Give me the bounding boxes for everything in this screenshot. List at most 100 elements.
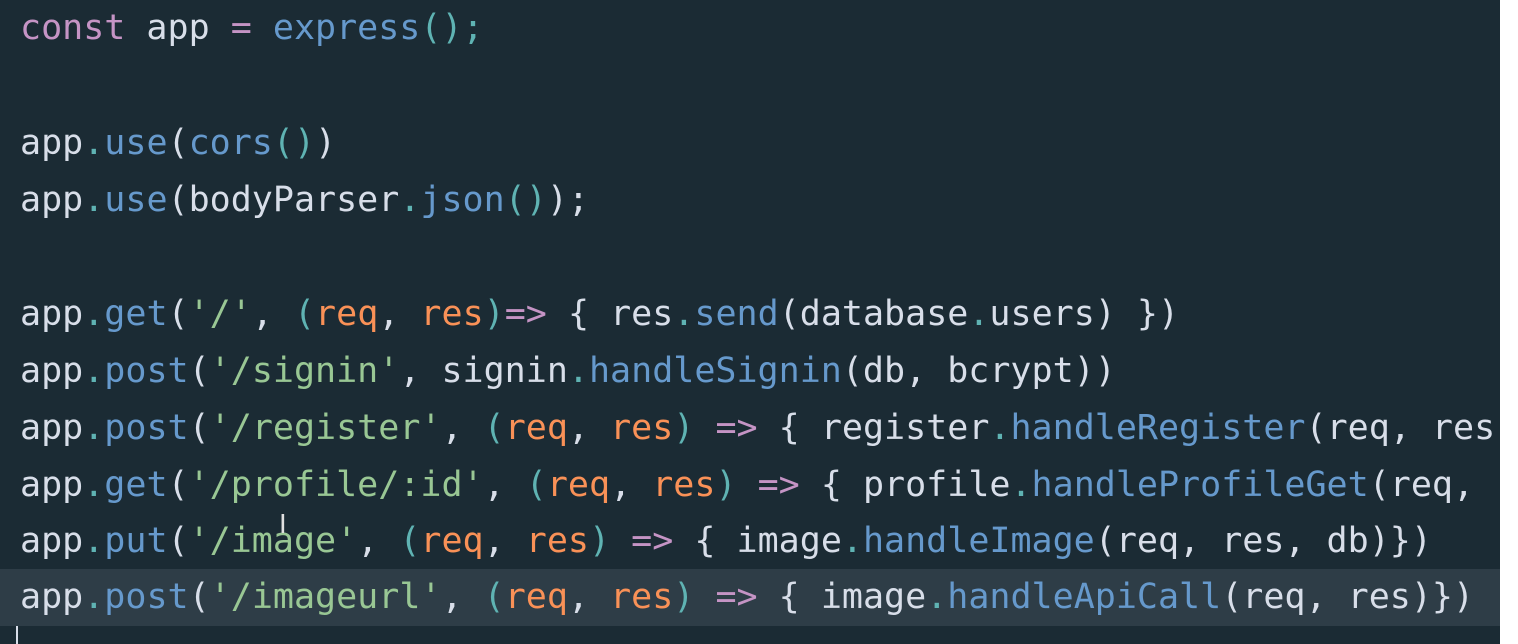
code-token: ) [715, 465, 737, 505]
code-token: { profile [799, 465, 1011, 505]
code-token: send [694, 294, 779, 334]
code-token: '/imageurl' [209, 577, 442, 617]
code-line[interactable] [0, 229, 1500, 286]
code-token: . [567, 351, 589, 391]
code-token: handleApiCall [947, 577, 1222, 617]
code-token: ( [525, 465, 547, 505]
code-token: handleImage [862, 521, 1095, 561]
code-token: app [20, 123, 84, 163]
code-token: , [567, 577, 611, 617]
code-token: req [420, 521, 484, 561]
code-token: res [610, 408, 674, 448]
code-token: app [20, 577, 84, 617]
code-token: handleRegister [1010, 408, 1306, 448]
code-token: res [610, 577, 674, 617]
code-token: (bodyParser [167, 180, 400, 220]
code-token: , [357, 521, 400, 561]
code-token: => [504, 294, 547, 334]
code-token: ( [188, 408, 210, 448]
scrollbar[interactable] [1500, 0, 1518, 644]
code-token: , [483, 521, 526, 561]
code-token: json [420, 180, 505, 220]
code-token: app [20, 351, 84, 391]
text-cursor-icon: I [279, 510, 287, 540]
code-token: . [83, 408, 105, 448]
code-token: post [104, 408, 189, 448]
code-token: , signin [399, 351, 568, 391]
code-line[interactable]: app.post('/register', (req, res) => { re… [0, 400, 1500, 457]
code-token: ( [167, 123, 189, 163]
code-line[interactable]: app.post('/signin', signin.handleSignin(… [0, 343, 1500, 400]
code-token: . [968, 294, 990, 334]
code-token: use [104, 180, 168, 220]
code-token: ( [167, 465, 189, 505]
code-line[interactable]: app.post('/imageurl', (req, res) => { im… [0, 569, 1500, 626]
code-token: ( [167, 294, 189, 334]
code-token: . [83, 294, 105, 334]
code-token: ( [483, 577, 505, 617]
code-line[interactable]: app.get('/', (req, res)=> { res.send(dat… [0, 286, 1500, 343]
code-token: handleProfileGet [1031, 465, 1369, 505]
code-token: app [20, 180, 84, 220]
code-token: ) [315, 123, 337, 163]
code-token: post [104, 351, 189, 391]
code-token: . [83, 351, 105, 391]
code-token: . [926, 577, 948, 617]
code-token: ) [673, 577, 695, 617]
code-token: ) [673, 408, 695, 448]
code-token: (db, bcrypt)) [841, 351, 1116, 391]
text-caret [16, 626, 18, 644]
code-token: () [272, 123, 316, 163]
code-token: get [104, 465, 168, 505]
code-token: { res [546, 294, 674, 334]
code-token: (); [420, 8, 484, 48]
code-token: . [399, 180, 421, 220]
code-token: . [83, 465, 105, 505]
code-editor[interactable]: const app = express(); app.use(cors()) app… [0, 0, 1518, 644]
code-token: '/profile/:id' [188, 465, 484, 505]
code-token: , [567, 408, 611, 448]
code-token: , [378, 294, 421, 334]
code-token: res [525, 521, 589, 561]
code-token: app [20, 294, 84, 334]
code-token: , [441, 577, 484, 617]
code-line[interactable]: app.use(bodyParser.json()); [0, 172, 1500, 229]
code-token: ( [483, 408, 505, 448]
code-token: '/image' [188, 521, 358, 561]
code-token: . [989, 408, 1011, 448]
code-token: { image [673, 521, 842, 561]
code-token: express [272, 8, 421, 48]
code-token: => [715, 408, 758, 448]
code-token: cors [188, 123, 273, 163]
code-line[interactable]: app.put('/image', (req, res) => { image.… [0, 513, 1500, 570]
code-token: = [230, 8, 252, 48]
code-token: put [104, 521, 168, 561]
code-area[interactable]: const app = express(); app.use(cors()) app… [0, 0, 1500, 644]
code-token: req [546, 465, 611, 505]
code-token: . [841, 521, 863, 561]
code-token: => [715, 577, 758, 617]
code-line[interactable] [0, 57, 1500, 114]
code-token: . [83, 521, 105, 561]
code-token: use [104, 123, 168, 163]
code-token: req [504, 408, 568, 448]
code-token: { register [757, 408, 990, 448]
code-token: res [420, 294, 484, 334]
code-token: => [757, 465, 800, 505]
code-line[interactable]: app.get('/profile/:id', (req, res) => { … [0, 457, 1500, 514]
code-token: (req, res [1305, 408, 1496, 448]
code-token: , [251, 294, 294, 334]
code-token: (database [778, 294, 969, 334]
code-token: . [673, 294, 695, 334]
code-token: => [631, 521, 674, 561]
code-token: . [83, 577, 105, 617]
code-line[interactable]: app.use(cors()) [0, 115, 1500, 172]
code-line[interactable]: const app = express(); [0, 0, 1500, 57]
code-token: app [125, 8, 231, 48]
code-token: '/signin' [209, 351, 400, 391]
code-token: ( [188, 577, 210, 617]
